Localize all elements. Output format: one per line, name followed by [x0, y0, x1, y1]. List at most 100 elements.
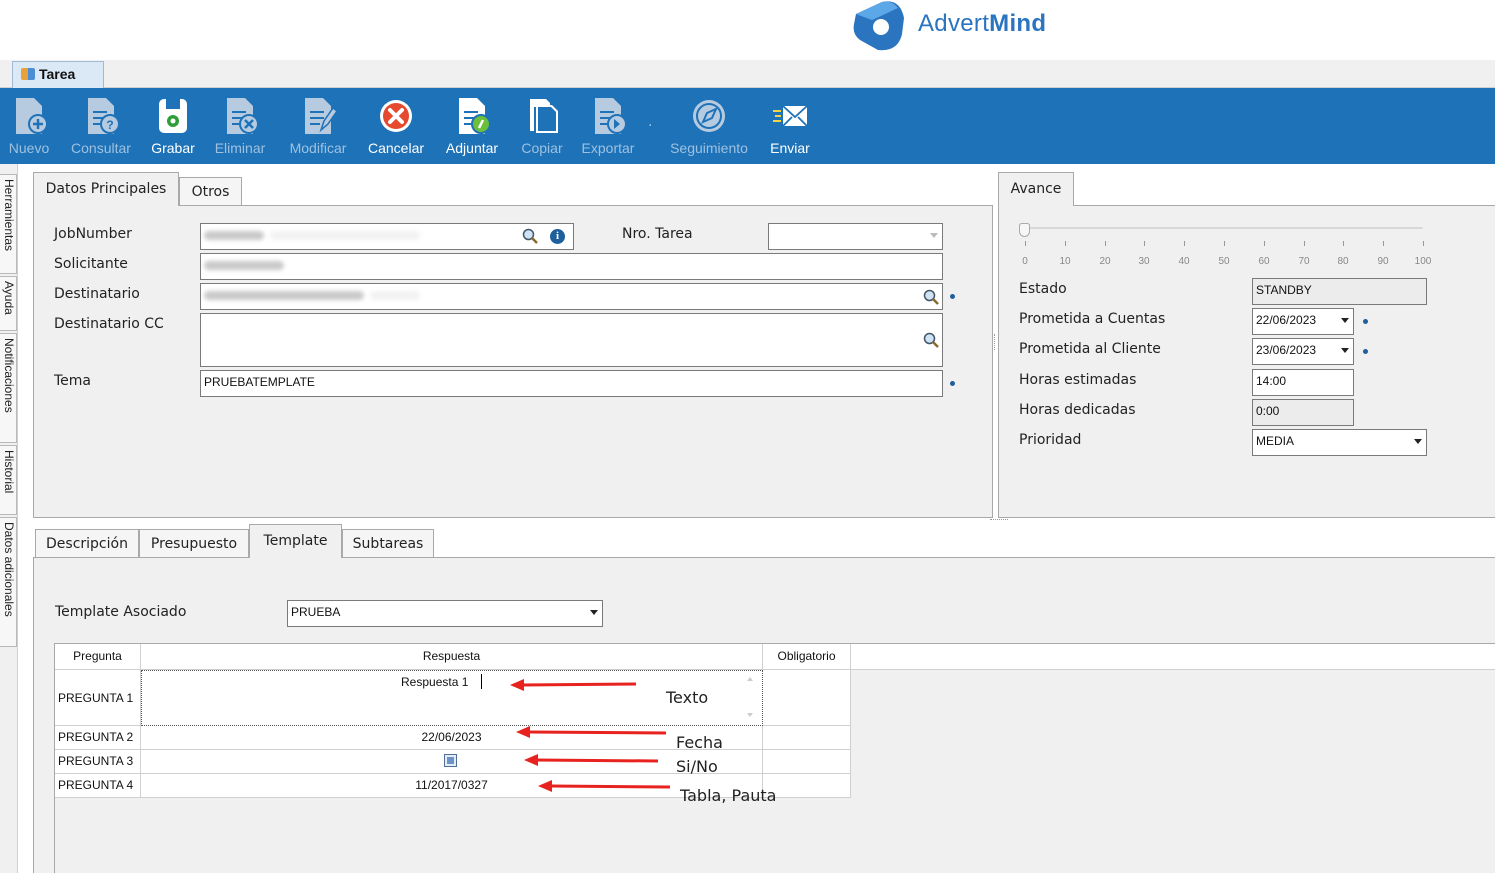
- table-row-pregunta: PREGUNTA 3: [55, 750, 141, 774]
- datos-principales-body: JobNumber i Nro. Tarea Solicitante Desti…: [33, 205, 993, 518]
- info-icon[interactable]: i: [550, 229, 565, 244]
- column-header-obligatorio[interactable]: Obligatorio: [763, 644, 851, 670]
- window-app-icon: [21, 68, 35, 80]
- search-icon[interactable]: [923, 332, 939, 348]
- template-grid: Pregunta Respuesta Obligatorio PREGUNTA …: [54, 643, 1495, 873]
- obligatorio-cell: [763, 670, 851, 726]
- vertical-scrollbar[interactable]: [742, 673, 758, 723]
- slider-tick: [1304, 241, 1305, 246]
- slider-tick: [1105, 241, 1106, 246]
- tab-otros[interactable]: Otros: [179, 177, 242, 206]
- slider-tick-label: 60: [1258, 256, 1270, 267]
- advertmind-logo-icon: [853, 1, 904, 51]
- chevron-down-icon[interactable]: [1341, 348, 1349, 353]
- template-asociado-label: Template Asociado: [55, 604, 187, 620]
- jobnumber-label: JobNumber: [54, 226, 132, 242]
- prioridad-select[interactable]: MEDIA: [1252, 429, 1427, 456]
- horas-dedicadas-label: Horas dedicadas: [1019, 402, 1136, 418]
- vertical-splitter-grip[interactable]: [994, 334, 997, 350]
- eliminar-button[interactable]: Eliminar: [208, 88, 272, 164]
- prometida-cliente-datepicker[interactable]: 23/06/2023: [1252, 338, 1354, 365]
- copiar-button[interactable]: Copiar: [514, 88, 570, 164]
- column-header-respuesta[interactable]: Respuesta: [141, 644, 763, 670]
- tab-template[interactable]: Template: [249, 524, 342, 558]
- slider-tick: [1343, 241, 1344, 246]
- tab-datos-principales[interactable]: Datos Principales: [33, 172, 179, 206]
- brand-name: AdvertMind: [918, 10, 1047, 37]
- tab-tarea[interactable]: Tarea: [12, 61, 104, 88]
- required-indicator-dot: [1363, 349, 1368, 354]
- column-header-pregunta[interactable]: Pregunta: [55, 644, 141, 670]
- required-indicator-dot: [950, 294, 955, 299]
- slider-tick: [1184, 241, 1185, 246]
- prometida-cliente-label: Prometida al Cliente: [1019, 341, 1161, 357]
- seguimiento-button[interactable]: Seguimiento: [662, 88, 756, 164]
- scroll-up-arrow-icon[interactable]: [747, 677, 753, 681]
- destinatario-cc-input[interactable]: [200, 313, 943, 367]
- consultar-button[interactable]: ? Consultar: [64, 88, 138, 164]
- chevron-down-icon[interactable]: [1414, 439, 1422, 444]
- slider-tick: [1065, 241, 1066, 246]
- annotation-arrow: [538, 780, 671, 792]
- tab-presupuesto[interactable]: Presupuesto: [139, 529, 249, 558]
- template-asociado-select[interactable]: PRUEBA: [287, 600, 603, 627]
- tema-label: Tema: [54, 373, 92, 389]
- enviar-button[interactable]: Enviar: [762, 88, 818, 164]
- required-indicator-dot: [950, 381, 955, 386]
- jobnumber-input[interactable]: [200, 223, 574, 250]
- tema-input[interactable]: PRUEBATEMPLATE: [200, 370, 943, 397]
- horas-estimadas-input[interactable]: 14:00: [1252, 369, 1354, 396]
- tab-descripcion[interactable]: Descripción: [35, 529, 139, 558]
- cancelar-button[interactable]: Cancelar: [362, 88, 430, 164]
- side-tab-ayuda[interactable]: Ayuda: [0, 276, 17, 331]
- adjuntar-button[interactable]: Adjuntar: [438, 88, 506, 164]
- prometida-cuentas-label: Prometida a Cuentas: [1019, 311, 1166, 327]
- annotation-arrows: [510, 679, 671, 792]
- tab-avance[interactable]: Avance: [998, 172, 1074, 206]
- table-row-pregunta: PREGUNTA 4: [55, 774, 141, 798]
- slider-thumb[interactable]: [1019, 223, 1030, 237]
- chevron-down-icon[interactable]: [590, 610, 598, 615]
- side-tab-notificaciones[interactable]: Notificaciones: [0, 333, 17, 443]
- table-row-pregunta: PREGUNTA 1: [55, 670, 141, 726]
- query-document-icon: ?: [88, 98, 120, 134]
- chevron-down-icon[interactable]: [1341, 318, 1349, 323]
- estado-label: Estado: [1019, 281, 1067, 297]
- grabar-button[interactable]: Grabar: [146, 88, 200, 164]
- nro-tarea-label: Nro. Tarea: [622, 226, 693, 242]
- tab-subtareas[interactable]: Subtareas: [342, 529, 434, 558]
- destinatario-label: Destinatario: [54, 286, 140, 302]
- obligatorio-cell: [763, 726, 851, 750]
- solicitante-label: Solicitante: [54, 256, 128, 272]
- slider-tick-label: 10: [1059, 256, 1071, 267]
- annotation-label: Si/No: [676, 757, 718, 776]
- search-icon[interactable]: [522, 228, 538, 244]
- nro-tarea-select[interactable]: [768, 223, 943, 250]
- side-tab-herramientas[interactable]: Herramientas: [0, 174, 17, 274]
- slider-tick: [1025, 241, 1026, 246]
- modificar-button[interactable]: Modificar: [280, 88, 356, 164]
- toolbar: Nuevo ? Consultar Grabar Eliminar Modifi…: [0, 88, 1495, 164]
- tracking-icon: [693, 100, 725, 132]
- scroll-down-arrow-icon[interactable]: [747, 713, 753, 717]
- nuevo-button[interactable]: Nuevo: [0, 88, 58, 164]
- search-icon[interactable]: [923, 289, 939, 305]
- destinatario-input[interactable]: [200, 283, 943, 310]
- datos-principales-panel: Datos Principales Otros JobNumber i Nro.…: [33, 172, 993, 518]
- annotation-label: Fecha: [676, 733, 723, 752]
- redacted-value: [204, 231, 264, 241]
- checkbox-indeterminate-mark: [447, 757, 454, 764]
- prioridad-label: Prioridad: [1019, 432, 1082, 448]
- solicitante-field[interactable]: [200, 253, 943, 280]
- horizontal-splitter-grip[interactable]: [990, 519, 1008, 521]
- redacted-value: [204, 291, 364, 301]
- side-tab-datos-adicionales[interactable]: Datos adicionales: [0, 517, 17, 647]
- yes-no-checkbox[interactable]: [444, 754, 457, 767]
- side-tab-historial[interactable]: Historial: [0, 445, 17, 515]
- slider-tick: [1423, 241, 1424, 246]
- svg-text:?: ?: [106, 118, 113, 132]
- exportar-button[interactable]: Exportar: [576, 88, 640, 164]
- slider-tick-label: 50: [1218, 256, 1230, 267]
- redacted-value: [270, 231, 420, 241]
- prometida-cuentas-datepicker[interactable]: 22/06/2023: [1252, 308, 1354, 335]
